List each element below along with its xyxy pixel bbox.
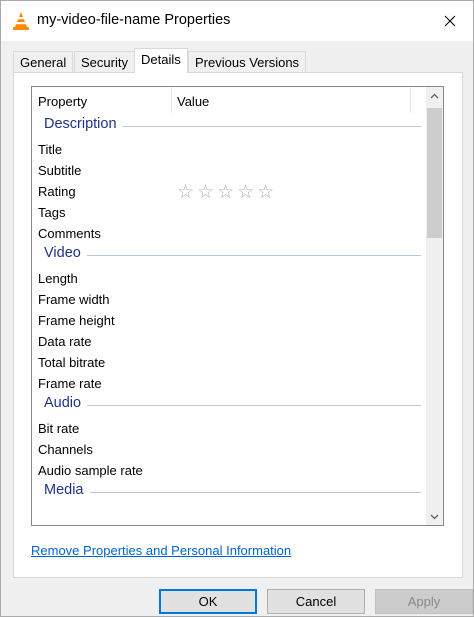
property-name: Frame width <box>38 292 110 307</box>
property-name: Total bitrate <box>38 355 106 370</box>
table-row[interactable]: Frame width <box>32 289 427 310</box>
group-label: Description <box>44 116 123 132</box>
scroll-up-button[interactable] <box>426 87 443 104</box>
details-list[interactable]: Property Value Description Title Subtitl… <box>31 86 444 526</box>
tab-previous-versions[interactable]: Previous Versions <box>188 51 307 72</box>
vertical-scrollbar[interactable] <box>426 87 443 525</box>
table-row[interactable]: Channels <box>32 439 427 460</box>
property-name: Length <box>38 271 78 286</box>
property-name: Frame rate <box>38 376 102 391</box>
chevron-down-icon <box>430 514 439 519</box>
table-row[interactable]: Rating ☆☆☆☆☆ <box>32 181 427 204</box>
table-row[interactable]: Subtitle <box>32 160 427 181</box>
column-divider[interactable] <box>410 87 411 113</box>
column-divider[interactable] <box>171 87 172 113</box>
tab-details[interactable]: Details <box>134 48 188 73</box>
details-panel: Property Value Description Title Subtitl… <box>13 72 463 578</box>
table-row[interactable]: Data rate <box>32 331 427 352</box>
tab-general[interactable]: General <box>13 51 74 72</box>
list-header: Property Value <box>32 87 427 115</box>
property-name: Data rate <box>38 334 92 349</box>
property-name: Tags <box>38 205 66 220</box>
property-name: Audio sample rate <box>38 463 143 478</box>
column-header-property[interactable]: Property <box>38 94 87 109</box>
scroll-down-button[interactable] <box>426 508 443 525</box>
table-row[interactable]: Audio sample rate <box>32 460 427 481</box>
cancel-button[interactable]: Cancel <box>267 589 365 614</box>
property-name: Comments <box>38 226 101 241</box>
ok-button[interactable]: OK <box>159 589 257 614</box>
table-row[interactable]: Title <box>32 139 427 160</box>
property-name: Bit rate <box>38 421 80 436</box>
remove-properties-link[interactable]: Remove Properties and Personal Informati… <box>31 543 291 558</box>
close-icon <box>444 15 456 27</box>
table-row[interactable]: Length <box>32 268 427 289</box>
property-name: Subtitle <box>38 163 82 178</box>
window-title: my-video-file-name Properties <box>37 12 231 28</box>
scroll-thumb[interactable] <box>427 108 442 238</box>
property-rows: Description Title Subtitle Rating ☆☆☆☆☆ … <box>32 115 427 505</box>
group-divider <box>44 492 421 493</box>
group-header-media[interactable]: Media <box>32 481 427 505</box>
group-header-video[interactable]: Video <box>32 244 427 268</box>
property-name: Channels <box>38 442 93 457</box>
vlc-cone-icon <box>11 11 31 31</box>
table-row[interactable]: Total bitrate <box>32 352 427 373</box>
property-name: Title <box>38 142 63 157</box>
chevron-up-icon <box>430 93 439 98</box>
group-label: Media <box>44 482 90 498</box>
property-name: Frame height <box>38 313 115 328</box>
rating-stars[interactable]: ☆☆☆☆☆ <box>177 181 277 204</box>
table-row[interactable]: Comments <box>32 223 427 244</box>
group-header-description[interactable]: Description <box>32 115 427 139</box>
close-button[interactable] <box>427 1 473 41</box>
apply-button[interactable]: Apply <box>375 589 473 614</box>
table-row[interactable]: Tags <box>32 202 427 223</box>
table-row[interactable]: Frame rate <box>32 373 427 394</box>
group-label: Audio <box>44 395 88 411</box>
property-name: Rating <box>38 184 76 199</box>
group-header-audio[interactable]: Audio <box>32 394 427 418</box>
group-divider <box>44 255 421 256</box>
tab-security[interactable]: Security <box>74 51 135 72</box>
properties-window: my-video-file-name Properties General Se… <box>0 0 474 617</box>
title-bar[interactable]: my-video-file-name Properties <box>1 1 473 41</box>
table-row[interactable]: Frame height <box>32 310 427 331</box>
group-label: Video <box>44 245 87 261</box>
column-header-value[interactable]: Value <box>177 94 209 109</box>
table-row[interactable]: Bit rate <box>32 418 427 439</box>
group-divider <box>44 405 421 406</box>
